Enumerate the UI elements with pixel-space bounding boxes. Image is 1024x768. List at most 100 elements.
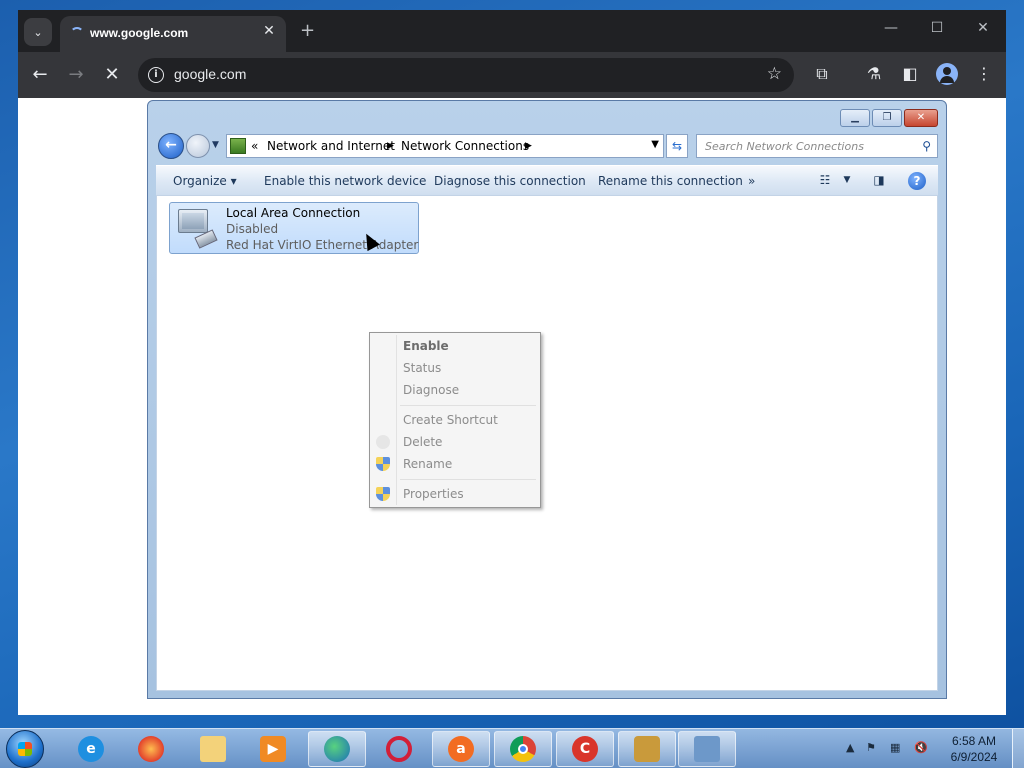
- chevron-right-icon[interactable]: ▶: [525, 141, 532, 151]
- view-dropdown-icon[interactable]: ▼: [838, 175, 856, 191]
- explorer-restore-button[interactable]: ❐: [872, 109, 902, 127]
- chrome-icon: [510, 736, 536, 762]
- menu-item-delete[interactable]: Delete: [403, 435, 442, 449]
- diagnose-connection-button[interactable]: Diagnose this connection: [434, 174, 586, 188]
- breadcrumb-network-and-internet[interactable]: Network and Internet: [267, 139, 395, 153]
- menu-item-rename[interactable]: Rename: [403, 457, 452, 471]
- menu-item-diagnose[interactable]: Diagnose: [403, 383, 459, 397]
- search-icon[interactable]: ⚲: [922, 139, 931, 153]
- chevron-right-icon[interactable]: ▶: [387, 141, 394, 151]
- tab-search-button[interactable]: ⌄: [24, 18, 52, 46]
- address-bar[interactable]: i google.com ☆: [138, 58, 794, 92]
- new-tab-button[interactable]: +: [300, 20, 315, 41]
- organize-label: Organize: [173, 174, 227, 188]
- recent-pages-dropdown[interactable]: ▼: [212, 140, 219, 150]
- connection-name: Local Area Connection: [226, 206, 361, 220]
- uac-shield-icon: [376, 457, 390, 471]
- system-clock[interactable]: 6:58 AM 6/9/2024: [944, 733, 1004, 765]
- stop-loading-icon[interactable]: ✕: [100, 64, 124, 85]
- back-arrow-icon[interactable]: ←: [28, 64, 52, 85]
- media-player-icon: ▶: [260, 736, 286, 762]
- tab-strip: ⌄ www.google.com ✕ + — ☐ ✕: [18, 10, 1006, 52]
- search-input[interactable]: Search Network Connections ⚲: [696, 134, 938, 158]
- taskbar-media-player[interactable]: ▶: [244, 731, 302, 767]
- help-icon[interactable]: ?: [908, 172, 926, 190]
- organize-button[interactable]: Organize ▾: [173, 174, 237, 188]
- explorer-back-button[interactable]: ←: [158, 133, 184, 159]
- clock-date: 6/9/2024: [950, 750, 998, 764]
- clock-time: 6:58 AM: [951, 734, 997, 748]
- control-panel-icon: [230, 138, 246, 154]
- maximize-button[interactable]: ☐: [922, 20, 952, 36]
- tab-google[interactable]: www.google.com ✕: [60, 16, 286, 52]
- explorer-close-button[interactable]: ✕: [904, 109, 938, 127]
- view-options-icon[interactable]: ☷: [816, 173, 834, 189]
- side-panel-icon[interactable]: ◧: [898, 64, 922, 83]
- address-dropdown-icon[interactable]: ▼: [651, 139, 659, 150]
- chevron-down-icon: ⌄: [33, 25, 43, 39]
- bookmark-star-icon[interactable]: ☆: [767, 64, 782, 84]
- browser-toolbar: ← → ✕ i google.com ☆ ⧉ ⚗ ◧ ⋮: [18, 52, 1006, 98]
- explorer-forward-button[interactable]: [186, 134, 210, 158]
- taskbar-opera[interactable]: [370, 731, 428, 767]
- rename-connection-button[interactable]: Rename this connection: [598, 174, 743, 188]
- url-text: google.com: [174, 66, 247, 82]
- loading-spinner-icon: [70, 27, 84, 41]
- firefox-icon: [138, 736, 164, 762]
- taskbar: e ▶ a C ▲ ⚑ ▦ 🔇 6:58 AM 6/9/2024: [0, 728, 1024, 768]
- breadcrumb[interactable]: « Network and Internet ▶ Network Connect…: [226, 134, 664, 158]
- network-icon: [694, 736, 720, 762]
- refresh-icon[interactable]: ⇆: [666, 134, 688, 158]
- taskbar-chrome[interactable]: [494, 731, 552, 767]
- breadcrumb-network-connections[interactable]: Network Connections: [401, 139, 529, 153]
- profile-avatar-icon[interactable]: [936, 63, 958, 85]
- show-desktop-button[interactable]: [1012, 729, 1024, 768]
- connection-adapter: Red Hat VirtIO Ethernet Adapter: [226, 238, 419, 252]
- extensions-icon[interactable]: ⧉: [810, 64, 834, 84]
- connections-list: Local Area Connection Disabled Red Hat V…: [156, 195, 938, 691]
- network-status-icon[interactable]: ▦: [890, 741, 900, 754]
- taskbar-avast[interactable]: a: [432, 731, 490, 767]
- windows-logo-icon: [18, 742, 32, 756]
- menu-item-enable[interactable]: Enable: [403, 339, 449, 353]
- taskbar-firefox[interactable]: [122, 731, 180, 767]
- taskbar-ccleaner[interactable]: C: [556, 731, 614, 767]
- network-connections-window: ▁ ❐ ✕ ← ▼ « Network and Internet ▶ Netwo…: [147, 100, 947, 699]
- edge-icon: [324, 736, 350, 762]
- enable-device-button[interactable]: Enable this network device: [264, 174, 426, 188]
- info-icon[interactable]: i: [148, 67, 164, 83]
- taskbar-disk-cleanup[interactable]: [618, 731, 676, 767]
- labs-flask-icon[interactable]: ⚗: [862, 64, 886, 83]
- volume-muted-icon[interactable]: 🔇: [914, 741, 928, 754]
- tab-title: www.google.com: [90, 26, 189, 40]
- network-adapter-icon: [176, 207, 218, 249]
- forward-arrow-icon[interactable]: →: [64, 64, 88, 85]
- menu-item-create-shortcut[interactable]: Create Shortcut: [403, 413, 498, 427]
- search-placeholder: Search Network Connections: [705, 140, 864, 153]
- address-row: ← ▼ « Network and Internet ▶ Network Con…: [156, 133, 938, 159]
- minimize-button[interactable]: —: [876, 20, 906, 36]
- taskbar-internet-explorer[interactable]: e: [62, 731, 120, 767]
- menu-kebab-icon[interactable]: ⋮: [972, 64, 996, 83]
- close-icon[interactable]: ✕: [260, 23, 278, 39]
- taskbar-file-explorer[interactable]: [184, 731, 242, 767]
- more-commands-button[interactable]: »: [748, 174, 755, 188]
- command-bar: Organize ▾ Enable this network device Di…: [156, 165, 938, 195]
- uac-shield-icon: [376, 487, 390, 501]
- show-hidden-icons[interactable]: ▲: [846, 741, 854, 754]
- explorer-minimize-button[interactable]: ▁: [840, 109, 870, 127]
- opera-icon: [386, 736, 412, 762]
- preview-pane-icon[interactable]: ◨: [870, 173, 888, 189]
- taskbar-edge[interactable]: [308, 731, 366, 767]
- list-item-local-area-connection[interactable]: Local Area Connection Disabled Red Hat V…: [169, 202, 419, 254]
- close-window-button[interactable]: ✕: [968, 20, 998, 36]
- menu-item-properties[interactable]: Properties: [403, 487, 464, 501]
- taskbar-network-connections[interactable]: [678, 731, 736, 767]
- breadcrumb-overflow[interactable]: «: [251, 139, 258, 153]
- ccleaner-icon: C: [572, 736, 598, 762]
- internet-explorer-icon: e: [78, 736, 104, 762]
- action-center-flag-icon[interactable]: ⚑: [866, 741, 876, 754]
- connection-status: Disabled: [226, 222, 279, 236]
- start-button[interactable]: [6, 730, 44, 768]
- menu-item-status[interactable]: Status: [403, 361, 441, 375]
